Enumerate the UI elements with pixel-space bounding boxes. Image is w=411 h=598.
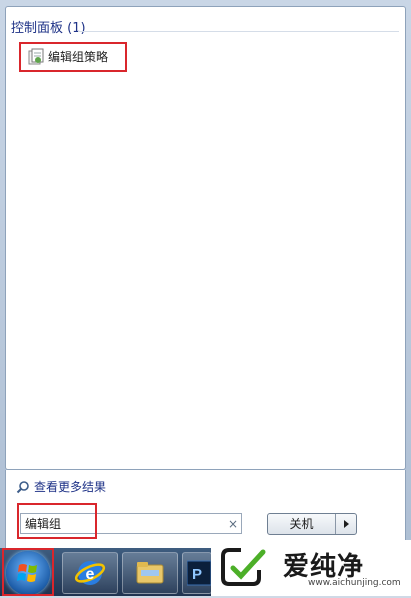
start-menu: 控制面板 (1) 编辑组策略 查看更多结果 编辑组 × 关机 — [0, 0, 411, 549]
watermark-url: www.aichunjing.com — [308, 578, 401, 588]
see-more-results-link[interactable]: 查看更多结果 — [16, 478, 106, 495]
chevron-right-icon — [343, 520, 349, 528]
clear-search-icon[interactable]: × — [225, 517, 241, 531]
shutdown-options-button[interactable] — [335, 514, 356, 534]
result-item-edit-group-policy[interactable]: 编辑组策略 — [21, 44, 123, 69]
search-input-value: 编辑组 — [25, 517, 62, 531]
result-item-label: 编辑组策略 — [48, 50, 109, 64]
taskbar-explorer-button[interactable] — [122, 552, 178, 594]
windows-orb-icon[interactable] — [6, 551, 50, 595]
photoshop-letter: P — [192, 566, 202, 583]
search-results-panel — [5, 6, 406, 470]
search-icon — [16, 480, 29, 493]
shutdown-button[interactable]: 关机 — [267, 513, 357, 535]
shutdown-label: 关机 — [289, 517, 314, 531]
section-title-control-panel: 控制面板 (1) — [11, 21, 86, 36]
ie-icon: e — [74, 561, 106, 585]
taskbar-photoshop-button[interactable]: P — [182, 552, 212, 594]
see-more-results-label: 查看更多结果 — [34, 480, 107, 494]
photoshop-icon: P — [187, 560, 211, 586]
explorer-icon — [136, 562, 164, 584]
windows-logo-icon — [17, 564, 37, 582]
section-divider — [78, 31, 399, 32]
taskbar-ie-button[interactable]: e — [62, 552, 118, 594]
group-policy-icon — [28, 48, 44, 64]
watermark-logo — [221, 548, 266, 586]
search-input[interactable]: 编辑组 × — [20, 513, 242, 534]
svg-text:e: e — [86, 566, 95, 583]
